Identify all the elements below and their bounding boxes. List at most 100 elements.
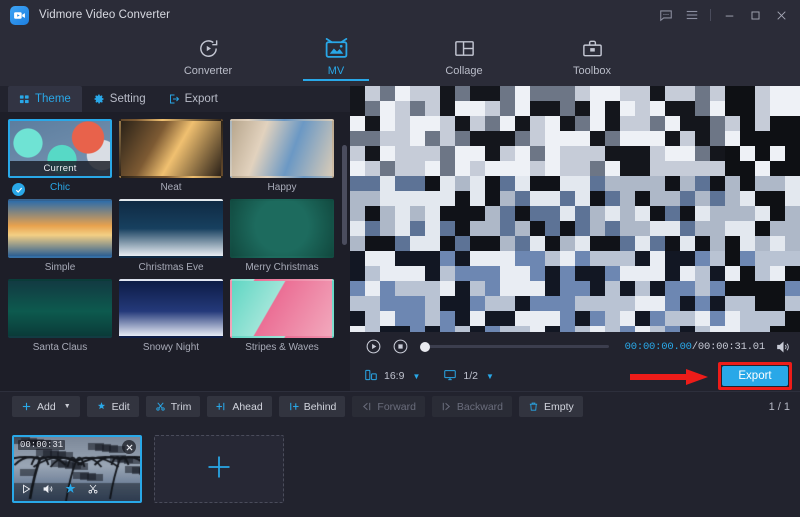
chevron-down-icon[interactable]: ▼ xyxy=(412,372,420,381)
progress-slider[interactable] xyxy=(420,345,609,348)
theme-name: Neat xyxy=(119,182,223,193)
minimize-button[interactable] xyxy=(716,2,742,28)
play-icon[interactable] xyxy=(364,337,383,356)
theme-name: Christmas Eve xyxy=(119,262,223,273)
theme-item[interactable]: Happy xyxy=(230,119,334,193)
theme-item[interactable]: Santa Claus xyxy=(8,279,112,353)
clip-toolbar: Add ▼ Edit Trim Ahead Behind Forward Backward Em… xyxy=(0,391,800,421)
annotation-arrow xyxy=(630,369,708,390)
vidmore-logo-icon xyxy=(10,6,29,25)
theme-grid-scroll-area[interactable]: CurrentChic Neat Happy Simple Christmas Eve M… xyxy=(0,112,350,391)
theme-thumbnail xyxy=(230,279,334,338)
theme-name: Snowy Night xyxy=(119,342,223,353)
menu-icon[interactable] xyxy=(679,2,705,28)
time-display: 00:00:00.00/00:00:31.01 xyxy=(625,341,765,353)
plus-icon xyxy=(21,401,32,412)
theme-name: Stripes & Waves xyxy=(230,342,334,353)
total-time: /00:00:31.01 xyxy=(692,341,765,353)
volume-icon[interactable] xyxy=(773,337,792,356)
playback-row: 00:00:00.00/00:00:31.01 xyxy=(350,332,800,361)
toolbar-button-label: Add xyxy=(37,401,56,413)
zoom-value: 1/2 xyxy=(463,370,478,382)
subtab-theme[interactable]: Theme xyxy=(8,86,82,112)
add-media-slot[interactable] xyxy=(154,435,284,503)
theme-item[interactable]: Neat xyxy=(119,119,223,193)
tab-converter[interactable]: Converter xyxy=(165,32,251,77)
subtab-setting[interactable]: Setting xyxy=(82,86,157,112)
titlebar-divider xyxy=(710,9,711,21)
tab-mv[interactable]: MV xyxy=(293,32,379,77)
collage-icon xyxy=(453,35,476,61)
theme-panel: Theme Setting xyxy=(0,86,350,391)
aspect-ratio-icon xyxy=(364,368,378,385)
sub-tabs: Theme Setting xyxy=(0,86,350,112)
zoom-control[interactable]: 1/2 ▼ xyxy=(443,368,494,385)
export-icon xyxy=(168,93,180,105)
toolbar-trim-button[interactable]: Trim xyxy=(146,396,201,417)
tab-toolbox-label: Toolbox xyxy=(573,65,611,77)
clip-trim-icon[interactable] xyxy=(87,482,99,500)
theme-item[interactable]: CurrentChic xyxy=(8,119,112,193)
tab-collage[interactable]: Collage xyxy=(421,32,507,77)
preview-panel: 00:00:00.00/00:00:31.01 xyxy=(350,86,800,391)
theme-item[interactable]: Simple xyxy=(8,199,112,273)
theme-scrollbar[interactable] xyxy=(342,145,347,245)
toolbar-button-label: Behind xyxy=(304,401,337,413)
chevron-down-icon[interactable]: ▼ xyxy=(64,403,71,410)
gear-icon xyxy=(93,93,105,105)
move-backward-icon xyxy=(441,401,452,412)
clip-play-icon[interactable] xyxy=(20,482,32,500)
theme-name: Santa Claus xyxy=(8,342,112,353)
page-indicator: 1 / 1 xyxy=(769,401,790,413)
close-icon[interactable] xyxy=(122,440,136,454)
theme-item[interactable]: Merry Christmas xyxy=(230,199,334,273)
subtab-export-label: Export xyxy=(185,93,218,105)
toolbar-forward-button: Forward xyxy=(352,396,425,417)
active-tab-underline xyxy=(303,79,369,81)
toolbar-empty-button[interactable]: Empty xyxy=(519,396,583,417)
theme-thumbnail xyxy=(230,199,334,258)
edit-icon xyxy=(96,401,107,412)
clip-effect-icon[interactable] xyxy=(64,482,77,500)
toolbar-backward-button: Backward xyxy=(432,396,512,417)
toolbar-ahead-button[interactable]: Ahead xyxy=(207,396,271,417)
insert-behind-icon xyxy=(288,401,299,412)
theme-item[interactable]: Christmas Eve xyxy=(119,199,223,273)
subtab-setting-label: Setting xyxy=(110,93,146,105)
theme-thumbnail xyxy=(119,279,223,338)
toolbar-add-button[interactable]: Add ▼ xyxy=(12,396,80,417)
toolbar-button-label: Backward xyxy=(457,401,503,413)
theme-item[interactable]: Snowy Night xyxy=(119,279,223,353)
timeline-clip[interactable]: 00:00:31 xyxy=(12,435,142,503)
clip-action-bar xyxy=(14,481,140,501)
toolbar-button-label: Trim xyxy=(171,401,192,413)
theme-thumbnail xyxy=(8,279,112,338)
vidmore-app-window: Vidmore Video Converter xyxy=(0,0,800,517)
toolbar-edit-button[interactable]: Edit xyxy=(87,396,139,417)
theme-grid: CurrentChic Neat Happy Simple Christmas Eve M… xyxy=(0,112,350,353)
monitor-icon xyxy=(443,368,457,385)
export-button[interactable]: Export xyxy=(722,366,788,386)
tab-collage-label: Collage xyxy=(445,65,482,77)
tab-toolbox[interactable]: Toolbox xyxy=(549,32,635,77)
main-body: Theme Setting xyxy=(0,86,800,391)
close-button[interactable] xyxy=(768,2,794,28)
theme-item[interactable]: Stripes & Waves xyxy=(230,279,334,353)
output-options-row: 16:9 ▼ 1/2 ▼ xyxy=(350,361,800,391)
tab-converter-label: Converter xyxy=(184,65,232,77)
clip-volume-icon[interactable] xyxy=(42,482,54,500)
main-nav-tabs: Converter MV Collage xyxy=(0,30,800,86)
video-preview[interactable] xyxy=(350,86,800,332)
current-theme-badge: Current xyxy=(10,161,110,176)
chevron-down-icon[interactable]: ▼ xyxy=(486,372,494,381)
subtab-export[interactable]: Export xyxy=(157,86,229,112)
maximize-button[interactable] xyxy=(742,2,768,28)
progress-handle[interactable] xyxy=(420,342,430,352)
toolbar-behind-button[interactable]: Behind xyxy=(279,396,346,417)
stop-icon[interactable] xyxy=(391,337,410,356)
feedback-icon[interactable] xyxy=(653,2,679,28)
aspect-ratio-control[interactable]: 16:9 ▼ xyxy=(364,368,420,385)
app-title: Vidmore Video Converter xyxy=(39,9,170,21)
plus-icon xyxy=(205,453,233,486)
title-bar: Vidmore Video Converter xyxy=(0,0,800,30)
